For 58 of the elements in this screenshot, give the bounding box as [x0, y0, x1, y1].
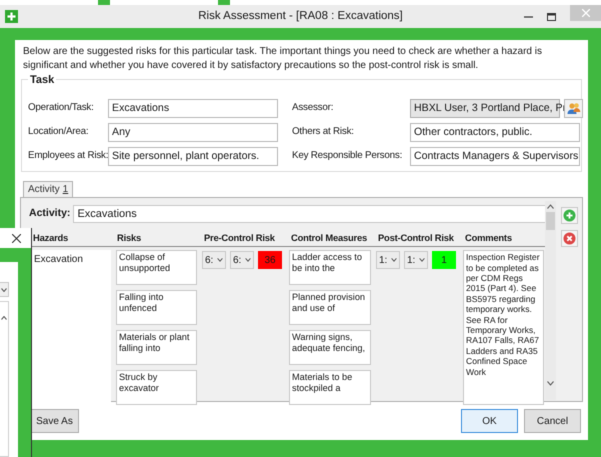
- control-measure-field[interactable]: Warning signs, adequate fencing,: [289, 330, 371, 366]
- column-header: Risks: [117, 231, 142, 245]
- window-title: Risk Assessment - [RA08 : Excavations]: [198, 8, 403, 24]
- risk-field[interactable]: Collapse of unsupported: [116, 250, 197, 286]
- column-header: Hazards: [33, 231, 70, 245]
- risk-field[interactable]: Falling into unfenced: [116, 290, 197, 326]
- risk-score: 1: [432, 251, 456, 270]
- activity-label: Activity:: [29, 206, 70, 222]
- risk-score: 36: [258, 251, 282, 270]
- dialog-button[interactable]: OK: [461, 409, 518, 433]
- likelihood-dropdown[interactable]: 1:: [376, 251, 400, 270]
- text-field[interactable]: Other contractors, public.: [410, 123, 580, 142]
- severity-dropdown[interactable]: 1:: [404, 251, 428, 270]
- chevron-icon: [245, 258, 251, 262]
- field-label: Employees at Risk:: [28, 149, 108, 164]
- likelihood-dropdown[interactable]: 6:: [202, 251, 226, 270]
- window-edge: [98, 0, 110, 5]
- people-button[interactable]: [564, 99, 583, 118]
- comments-field[interactable]: Inspection Register to be completed as per CDM Regs 2015 (Part 4). See BS5975 regarding temporary works. See RA for Temporary Works, RA107 Falls, RA67 Ladders and RA35 Confined Space Work: [463, 250, 544, 406]
- maximize-icon[interactable]: [547, 12, 556, 20]
- severity-dropdown[interactable]: 6:: [230, 251, 254, 270]
- activity-field[interactable]: Excavations: [73, 205, 548, 223]
- chevron-icon: [217, 258, 223, 262]
- chevron-icon: [419, 258, 425, 262]
- risk-field[interactable]: Materials or plant falling into: [116, 330, 197, 366]
- control-measure-field[interactable]: Planned provision and use of: [289, 290, 371, 326]
- field-label: Assessor:: [292, 101, 334, 116]
- close-icon[interactable]: [12, 234, 20, 242]
- column-header: Control Measures: [291, 231, 368, 245]
- activity-tab[interactable]: Activity 1: [23, 181, 74, 197]
- field-label: Key Responsible Persons:: [292, 149, 404, 164]
- text-field[interactable]: Any: [108, 123, 278, 142]
- control-measure-field[interactable]: Materials to be stockpiled a: [289, 370, 371, 406]
- scroll-up-icon[interactable]: [1, 316, 7, 320]
- column-header: Post-Control Risk: [378, 231, 455, 245]
- text-field[interactable]: Contracts Managers & Supervisors: [410, 147, 580, 166]
- column-header: Comments: [465, 231, 513, 245]
- scroll-down-icon[interactable]: [547, 381, 554, 386]
- people-icon[interactable]: [566, 102, 580, 115]
- window-edge: [218, 0, 230, 5]
- chevron-icon: [1, 288, 7, 292]
- risk-field[interactable]: Struck by excavator: [116, 370, 197, 406]
- dialog-button[interactable]: Cancel: [524, 409, 581, 433]
- text-field[interactable]: Excavations: [108, 99, 278, 118]
- dropdown[interactable]: [0, 282, 9, 297]
- dialog-button[interactable]: Save As: [30, 409, 79, 433]
- intro-text: Below are the suggested risks for this particular task. The important things you need to check are whether a hazard is significant and whether you have covered it by satisfactory precautions so the post-control risk is small.: [22, 45, 543, 73]
- field-label: Others at Risk:: [292, 125, 355, 140]
- scrollbar[interactable]: [545, 201, 556, 400]
- column-header: Pre-Control Risk: [204, 231, 276, 245]
- text-field[interactable]: Site personnel, plant operators.: [108, 147, 278, 166]
- field-label: Location/Area:: [28, 125, 90, 140]
- scroll-thumb[interactable]: [546, 212, 555, 230]
- scroll-up-icon[interactable]: [547, 204, 554, 209]
- chevron-icon: [391, 258, 397, 262]
- field-label: Operation/Task:: [28, 101, 95, 116]
- app-icon: [5, 10, 18, 23]
- control-measure-field[interactable]: Ladder access to be into the: [289, 250, 371, 286]
